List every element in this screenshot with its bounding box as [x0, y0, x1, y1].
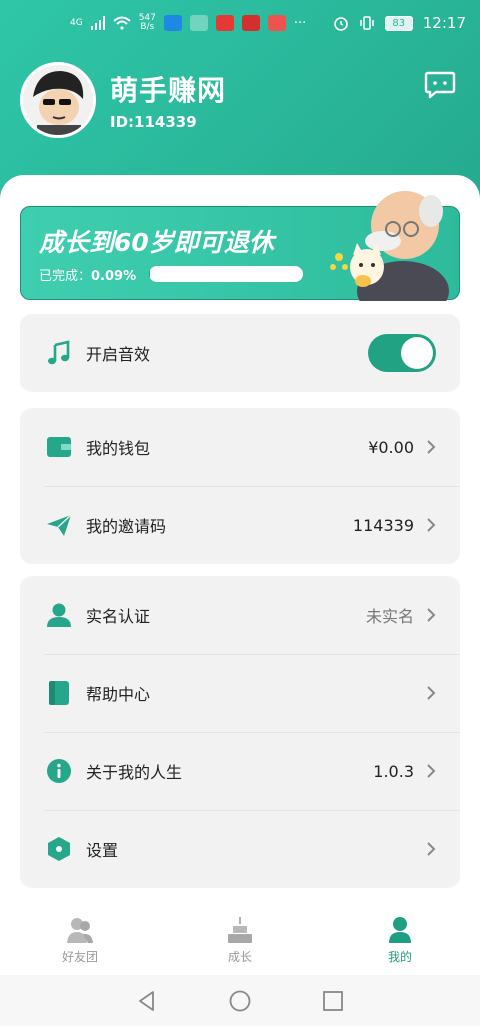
chevron-right-icon — [427, 686, 436, 700]
recents-icon[interactable] — [321, 989, 345, 1013]
account-card: 我的钱包 ¥0.00 我的邀请码 114339 — [20, 408, 460, 564]
app-version: 1.0.3 — [373, 761, 414, 781]
battery-indicator: 83 — [384, 15, 413, 31]
progress-bar — [149, 266, 303, 282]
home-icon[interactable] — [228, 989, 252, 1013]
sound-row: 开启音效 — [20, 314, 460, 392]
sound-toggle[interactable] — [368, 334, 436, 372]
realname-label: 实名认证 — [86, 607, 151, 626]
chevron-right-icon — [427, 518, 436, 532]
back-icon[interactable] — [135, 989, 159, 1013]
info-icon — [47, 759, 71, 783]
person-icon — [47, 603, 71, 627]
user-icon — [389, 916, 411, 943]
shield-app-icon — [163, 15, 182, 31]
avatar-image — [23, 65, 93, 135]
wallet-icon — [47, 437, 71, 457]
tab-growth-label: 成长 — [227, 949, 252, 964]
wallet-row[interactable]: 我的钱包 ¥0.00 — [20, 408, 460, 486]
sound-card: 开启音效 — [20, 314, 460, 392]
help-label: 帮助中心 — [86, 685, 151, 704]
wifi-icon — [113, 16, 131, 30]
toggle-knob — [401, 337, 433, 369]
settings-label: 设置 — [86, 841, 119, 860]
tab-friends-label: 好友团 — [61, 949, 98, 964]
realname-row[interactable]: 实名认证 未实名 — [20, 576, 460, 654]
profile-header: 萌手赚网 ID:114339 — [20, 62, 226, 138]
more-notifications-icon: ··· — [293, 15, 307, 31]
wallet-label: 我的钱包 — [86, 439, 151, 458]
system-nav-bar — [0, 975, 480, 1026]
realname-status: 未实名 — [365, 607, 414, 626]
message-icon[interactable] — [424, 70, 456, 100]
alarm-icon — [333, 17, 348, 31]
chevron-right-icon — [427, 608, 436, 622]
tab-growth[interactable]: 成长 — [160, 905, 320, 975]
about-row[interactable]: 关于我的人生 1.0.3 — [20, 732, 460, 810]
chevron-right-icon — [427, 440, 436, 454]
settings-card: 实名认证 未实名 帮助中心 关于我的人生 1.0.3 设置 — [20, 576, 460, 888]
tab-friends[interactable]: 好友团 — [0, 905, 160, 975]
wechat-icon — [189, 15, 208, 31]
chevron-right-icon — [427, 842, 436, 856]
settings-row[interactable]: 设置 — [20, 810, 460, 888]
chevron-right-icon — [427, 764, 436, 778]
music-note-icon — [48, 340, 70, 365]
avatar[interactable] — [20, 62, 96, 138]
hexagon-settings-icon — [48, 837, 70, 861]
clock: 12:17 — [422, 14, 466, 32]
network-speed-unit: B/s — [140, 22, 155, 32]
progress-label-text: 已完成： — [39, 269, 92, 284]
paper-plane-icon — [47, 514, 72, 536]
user-name: 萌手赚网 — [110, 74, 227, 107]
invite-row[interactable]: 我的邀请码 114339 — [20, 486, 460, 564]
tab-mine[interactable]: 我的 — [320, 905, 480, 975]
help-row[interactable]: 帮助中心 — [20, 654, 460, 732]
progress-fill — [149, 266, 150, 282]
network-speed: 547 B/s — [139, 14, 156, 32]
network-type: 4G — [70, 17, 83, 28]
banner-title: 成长到60岁即可退休 — [39, 228, 274, 257]
wallet-balance: ¥0.00 — [368, 437, 414, 457]
bottom-tab-bar: 好友团 成长 我的 — [0, 905, 480, 975]
book-icon — [49, 681, 69, 705]
sound-label: 开启音效 — [86, 345, 151, 364]
invite-label: 我的邀请码 — [86, 517, 167, 536]
friends-icon — [67, 917, 93, 943]
progress-value: 0.09% — [91, 269, 137, 284]
tab-mine-label: 我的 — [387, 949, 412, 964]
grandpa-illustration — [330, 191, 449, 301]
vibrate-icon — [360, 16, 374, 30]
app-notification-icon — [215, 15, 234, 31]
status-bar: 4G 547 B/s ··· 83 12:17 — [0, 0, 480, 46]
signal-icon — [90, 16, 105, 30]
progress-label: 已完成：0.09% — [39, 265, 136, 284]
video-app-icon — [267, 15, 286, 31]
news-app-icon — [241, 15, 260, 31]
retirement-banner[interactable]: 成长到60岁即可退休 已完成：0.09% — [20, 191, 460, 301]
about-label: 关于我的人生 — [86, 763, 183, 782]
cake-icon — [228, 916, 252, 943]
invite-code: 114339 — [352, 515, 414, 535]
user-id: ID:114339 — [110, 113, 197, 131]
